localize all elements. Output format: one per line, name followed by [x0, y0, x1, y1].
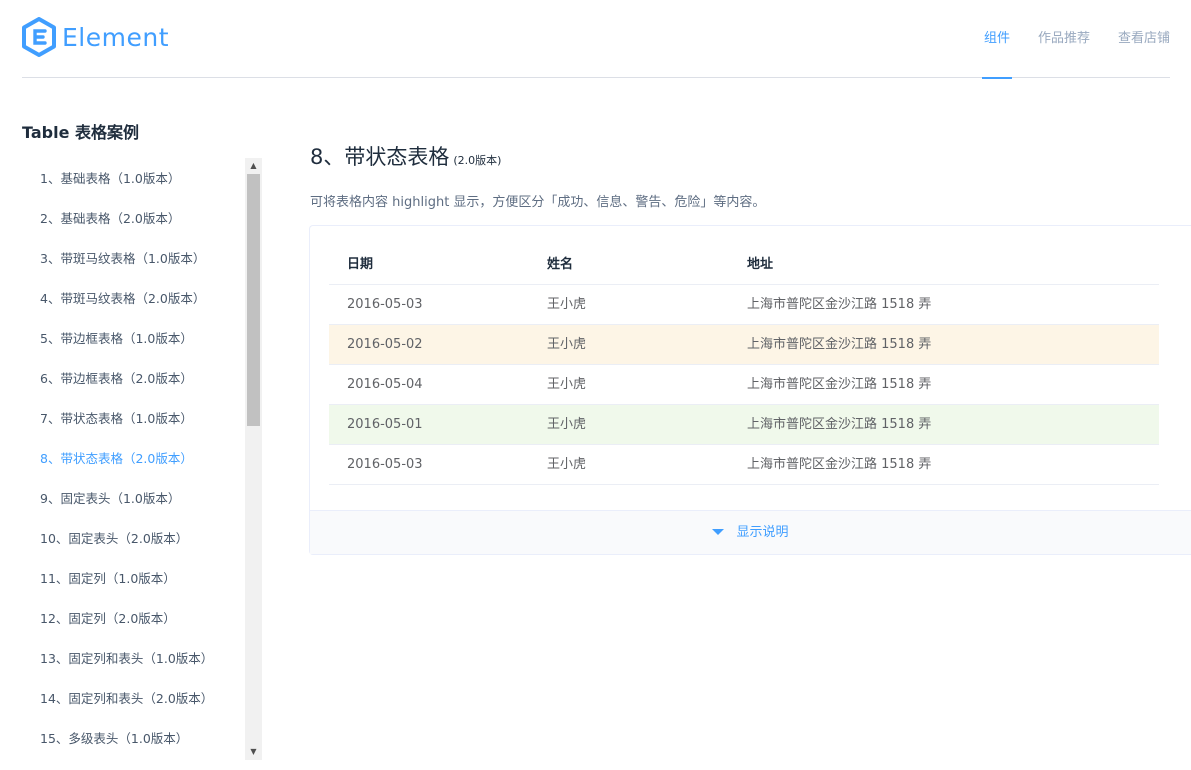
nav-item-shop[interactable]: 查看店铺 — [1118, 0, 1170, 78]
sidebar: 1、基础表格（1.0版本） 2、基础表格（2.0版本） 3、带斑马纹表格（1.0… — [22, 158, 262, 760]
sidebar-item-7[interactable]: 7、带状态表格（1.0版本） — [22, 398, 244, 438]
table-row[interactable]: 2016-05-04 王小虎 上海市普陀区金沙江路 1518 弄 — [329, 365, 1159, 405]
demo-block: 日期 姓名 地址 2016-05-03 王小虎 上海市普陀区金沙江路 1518 … — [309, 225, 1191, 555]
cell-address: 上海市普陀区金沙江路 1518 弄 — [747, 297, 932, 312]
toggle-label: 显示说明 — [736, 525, 789, 540]
cell-name: 王小虎 — [547, 297, 587, 312]
nav-item-showcase[interactable]: 作品推荐 — [1038, 0, 1090, 78]
cell-name: 王小虎 — [547, 377, 587, 392]
cell-date: 2016-05-03 — [347, 457, 423, 472]
sidebar-item-1[interactable]: 1、基础表格（1.0版本） — [22, 158, 244, 198]
table-row[interactable]: 2016-05-03 王小虎 上海市普陀区金沙江路 1518 弄 — [329, 445, 1159, 485]
page-description: 可将表格内容 highlight 显示，方便区分「成功、信息、警告、危险」等内容… — [310, 195, 766, 210]
page-title-text: 8、带状态表格 — [310, 145, 450, 169]
sidebar-item-8-active[interactable]: 8、带状态表格（2.0版本） — [22, 438, 244, 478]
table-row-warning[interactable]: 2016-05-02 王小虎 上海市普陀区金沙江路 1518 弄 — [329, 325, 1159, 365]
table-header-row: 日期 姓名 地址 — [329, 245, 1159, 285]
sidebar-item-4[interactable]: 4、带斑马纹表格（2.0版本） — [22, 278, 244, 318]
cell-address: 上海市普陀区金沙江路 1518 弄 — [747, 457, 932, 472]
sidebar-item-2[interactable]: 2、基础表格（2.0版本） — [22, 198, 244, 238]
sidebar-item-13[interactable]: 13、固定列和表头（1.0版本） — [22, 638, 244, 678]
table-row[interactable]: 2016-05-03 王小虎 上海市普陀区金沙江路 1518 弄 — [329, 285, 1159, 325]
cell-date: 2016-05-02 — [347, 337, 423, 352]
logo[interactable]: Element — [22, 17, 169, 57]
sidebar-title: Table 表格案例 — [22, 123, 140, 142]
nav-item-components[interactable]: 组件 — [981, 0, 1012, 79]
page-title: 8、带状态表格 (2.0版本) — [310, 141, 501, 171]
scroll-down-arrow-icon[interactable]: ▼ — [245, 745, 262, 759]
cell-address: 上海市普陀区金沙江路 1518 弄 — [747, 417, 932, 432]
sidebar-item-6[interactable]: 6、带边框表格（2.0版本） — [22, 358, 244, 398]
scroll-up-arrow-icon[interactable]: ▲ — [245, 159, 262, 173]
sidebar-item-10[interactable]: 10、固定表头（2.0版本） — [22, 518, 244, 558]
cell-name: 王小虎 — [547, 457, 587, 472]
scrollbar-thumb[interactable] — [247, 174, 260, 426]
show-description-toggle[interactable]: 显示说明 — [310, 510, 1191, 554]
top-header: Element 组件 作品推荐 查看店铺 — [22, 0, 1170, 79]
sidebar-item-11[interactable]: 11、固定列（1.0版本） — [22, 558, 244, 598]
status-table: 日期 姓名 地址 2016-05-03 王小虎 上海市普陀区金沙江路 1518 … — [329, 245, 1159, 485]
page-title-version: (2.0版本) — [453, 154, 502, 167]
table-row-success[interactable]: 2016-05-01 王小虎 上海市普陀区金沙江路 1518 弄 — [329, 405, 1159, 445]
top-nav: 组件 作品推荐 查看店铺 — [956, 0, 1170, 79]
sidebar-item-5[interactable]: 5、带边框表格（1.0版本） — [22, 318, 244, 358]
cell-name: 王小虎 — [547, 337, 587, 352]
sidebar-menu: 1、基础表格（1.0版本） 2、基础表格（2.0版本） 3、带斑马纹表格（1.0… — [22, 158, 244, 758]
caret-down-icon — [712, 528, 725, 535]
element-logo-icon — [22, 17, 56, 57]
cell-date: 2016-05-01 — [347, 417, 423, 432]
logo-text: Element — [62, 22, 170, 52]
sidebar-item-12[interactable]: 12、固定列（2.0版本） — [22, 598, 244, 638]
cell-date: 2016-05-03 — [347, 297, 423, 312]
column-header-name: 姓名 — [547, 257, 574, 272]
sidebar-item-3[interactable]: 3、带斑马纹表格（1.0版本） — [22, 238, 244, 278]
column-header-address: 地址 — [747, 257, 774, 272]
cell-date: 2016-05-04 — [347, 377, 423, 392]
cell-address: 上海市普陀区金沙江路 1518 弄 — [747, 337, 932, 352]
sidebar-scrollbar[interactable]: ▲ ▼ — [245, 158, 262, 760]
sidebar-item-15[interactable]: 15、多级表头（1.0版本） — [22, 718, 244, 758]
sidebar-item-9[interactable]: 9、固定表头（1.0版本） — [22, 478, 244, 518]
cell-address: 上海市普陀区金沙江路 1518 弄 — [747, 377, 932, 392]
cell-name: 王小虎 — [547, 417, 587, 432]
sidebar-item-14[interactable]: 14、固定列和表头（2.0版本） — [22, 678, 244, 718]
column-header-date: 日期 — [347, 257, 374, 272]
